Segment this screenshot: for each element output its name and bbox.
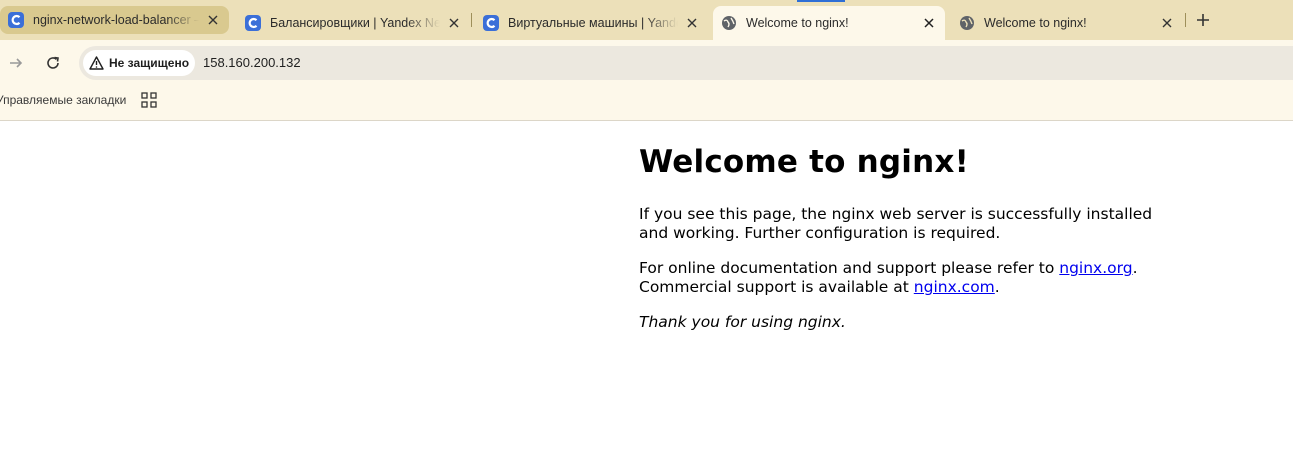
warning-icon	[89, 56, 104, 70]
tab-title: nginx-network-load-balancer —	[33, 13, 199, 27]
tab-title: Welcome to nginx!	[746, 16, 849, 30]
close-icon[interactable]	[921, 15, 937, 31]
reload-button[interactable]	[41, 51, 65, 75]
tab-title: Балансировщики | Yandex Network	[270, 16, 440, 30]
nginx-com-link[interactable]: nginx.com	[914, 278, 995, 296]
address-bar[interactable]: Не защищено 158.160.200.132	[79, 46, 1293, 80]
thanks-paragraph: Thank you for using nginx.	[639, 313, 1159, 332]
arrow-right-icon	[10, 58, 23, 68]
tab-nginx-network-load-balancer[interactable]: nginx-network-load-balancer —	[0, 6, 229, 34]
tab-welcome-nginx-active[interactable]: Welcome to nginx!	[713, 6, 945, 40]
tab-loading-indicator	[797, 0, 845, 2]
yandex-cloud-icon	[245, 15, 261, 31]
new-tab-button[interactable]	[1190, 8, 1216, 32]
close-icon[interactable]	[205, 12, 221, 28]
toolbar: Не защищено 158.160.200.132	[0, 40, 1293, 86]
tab-title: Виртуальные машины | Yandex Cloud	[508, 16, 678, 30]
tab-separator	[471, 13, 472, 27]
forward-button[interactable]	[4, 51, 28, 75]
security-chip[interactable]: Не защищено	[83, 50, 195, 76]
thanks-text: Thank you for using nginx.	[639, 313, 846, 331]
url-text[interactable]: 158.160.200.132	[203, 55, 301, 70]
bookmarks-bar: Управляемые закладки	[0, 86, 1293, 121]
apps-grid-icon[interactable]	[141, 92, 157, 108]
nginx-org-link[interactable]: nginx.org	[1059, 259, 1132, 277]
tab-separator	[1185, 13, 1186, 27]
yandex-cloud-icon	[8, 12, 24, 28]
page-content: Welcome to nginx! If you see this page, …	[639, 140, 1159, 348]
globe-icon	[960, 16, 974, 30]
docs-text: For online documentation and support ple…	[639, 259, 1060, 277]
commercial-punct: .	[994, 278, 1000, 296]
security-label: Не защищено	[109, 56, 190, 70]
close-icon[interactable]	[1159, 15, 1175, 31]
tab-welcome-nginx[interactable]: Welcome to nginx!	[951, 6, 1183, 40]
docs-paragraph: For online documentation and support ple…	[639, 259, 1159, 297]
docs-punct: .	[1132, 259, 1138, 277]
yandex-cloud-icon	[483, 15, 499, 31]
globe-icon	[722, 16, 736, 30]
close-icon[interactable]	[684, 15, 700, 31]
tab-title: Welcome to nginx!	[984, 16, 1087, 30]
tab-virtual-machines[interactable]: Виртуальные машины | Yandex Cloud	[475, 6, 708, 40]
commercial-text: Commercial support is available at	[639, 278, 914, 296]
reload-icon	[47, 56, 59, 69]
intro-paragraph: If you see this page, the nginx web serv…	[639, 205, 1153, 242]
tab-balancers[interactable]: Балансировщики | Yandex Network	[237, 6, 470, 40]
page-heading: Welcome to nginx!	[639, 144, 969, 180]
close-icon[interactable]	[446, 15, 462, 31]
plus-icon	[1197, 14, 1209, 26]
managed-bookmarks-folder[interactable]: Управляемые закладки	[0, 93, 126, 107]
tab-strip: nginx-network-load-balancer — Балансиров…	[0, 0, 1293, 40]
